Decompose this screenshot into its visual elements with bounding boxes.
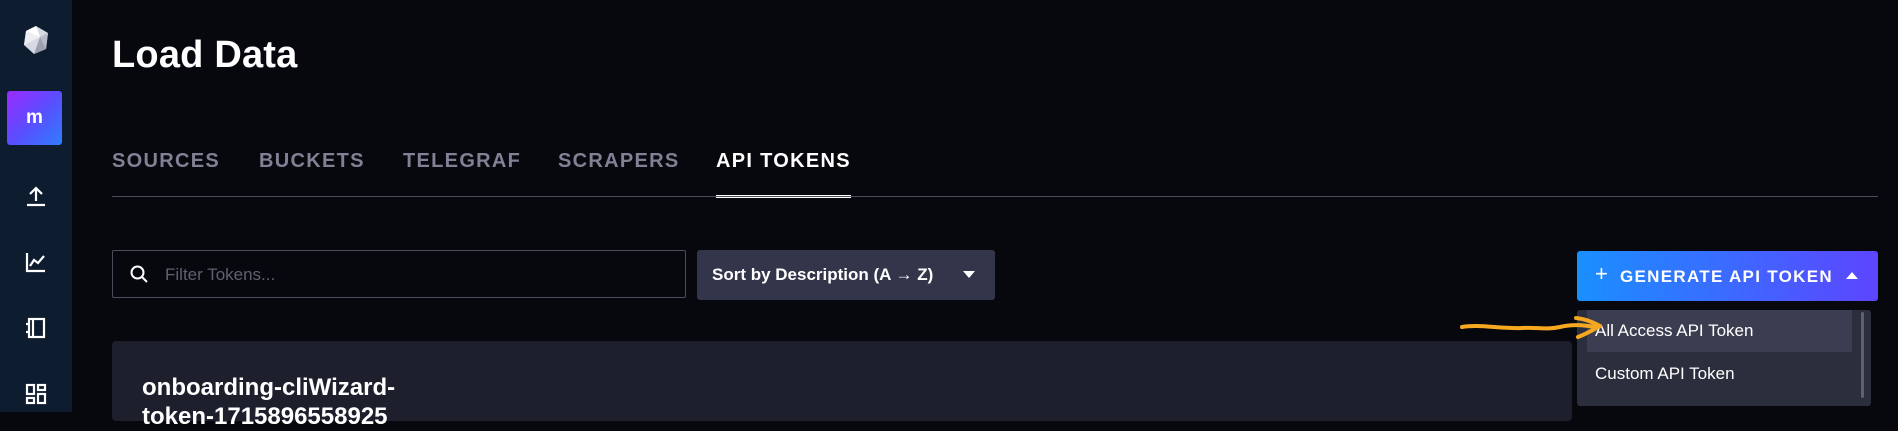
generate-api-token-button[interactable]: + GENERATE API TOKEN (1577, 251, 1878, 301)
tab-divider (112, 196, 1878, 197)
search-icon (130, 265, 148, 283)
token-card-title[interactable]: onboarding-cliWizard- (142, 374, 395, 402)
generate-api-token-label: GENERATE API TOKEN (1620, 267, 1833, 286)
filter-tokens-field (112, 250, 686, 299)
tab-scrapers[interactable]: SCRAPERS (558, 150, 680, 173)
sidebar-item-explore[interactable] (0, 242, 72, 282)
sort-dropdown[interactable]: Sort by Description (A → Z) (697, 250, 995, 300)
menu-item-custom-token[interactable]: Custom API Token (1587, 353, 1852, 395)
tab-buckets[interactable]: BUCKETS (259, 150, 365, 173)
token-card-title-continued: token-1715896558925 (142, 403, 388, 430)
org-initial: m (26, 107, 43, 128)
plus-icon: + (1595, 261, 1608, 286)
sidebar-item-load-data[interactable] (0, 176, 72, 216)
generate-token-menu: All Access API Token Custom API Token (1577, 310, 1871, 406)
menu-item-label: Custom API Token (1595, 364, 1735, 383)
org-avatar[interactable]: m (7, 91, 62, 145)
menu-item-all-access-token[interactable]: All Access API Token (1587, 310, 1852, 352)
page-title: Load Data (112, 34, 298, 76)
dashboard-icon (25, 383, 47, 405)
menu-item-label: All Access API Token (1595, 321, 1754, 340)
upload-icon (27, 186, 45, 207)
tab-api-tokens[interactable]: API TOKENS (716, 150, 851, 173)
tab-sources[interactable]: SOURCES (112, 150, 220, 173)
tab-telegraf[interactable]: TELEGRAF (403, 150, 521, 173)
sort-label: Sort by Description (A → Z) (712, 265, 934, 284)
token-card[interactable]: onboarding-cliWizard- token-171589655892… (112, 341, 1572, 430)
sidebar-item-notebooks[interactable] (0, 308, 72, 348)
caret-down-icon (963, 271, 975, 278)
chart-icon (25, 253, 45, 273)
menu-scrollbar[interactable] (1861, 312, 1864, 398)
notebook-icon (26, 317, 46, 339)
influx-logo-icon[interactable] (0, 14, 72, 66)
filter-tokens-input[interactable] (163, 251, 677, 299)
sidebar: m (0, 0, 72, 412)
caret-up-icon (1846, 272, 1858, 279)
sidebar-item-dashboards[interactable] (0, 374, 72, 414)
